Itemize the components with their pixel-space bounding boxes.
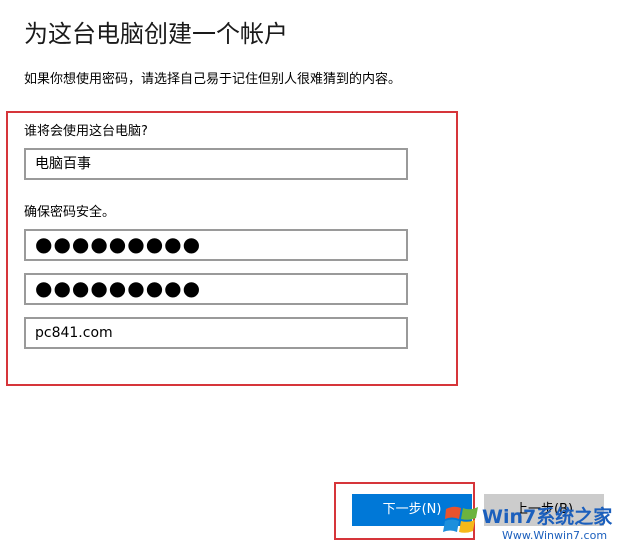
page-title: 为这台电脑创建一个帐户: [24, 20, 288, 48]
password-field[interactable]: ●●●●●●●●●: [24, 229, 408, 261]
user-label: 谁将会使用这台电脑?: [24, 124, 148, 139]
page-description: 如果你想使用密码，请选择自己易于记住但别人很难猜到的内容。: [24, 72, 402, 87]
password-label: 确保密码安全。: [24, 205, 116, 220]
password-hint-field[interactable]: pc841.com: [24, 317, 408, 349]
username-field[interactable]: 电脑百事: [24, 148, 408, 180]
password-confirm-field[interactable]: ●●●●●●●●●: [24, 273, 408, 305]
create-account-page: 为这台电脑创建一个帐户 如果你想使用密码，请选择自己易于记住但别人很难猜到的内容…: [0, 0, 621, 552]
back-button[interactable]: 上一步(B): [484, 494, 604, 526]
watermark-url: Www.Winwin7.com: [502, 529, 608, 542]
next-button[interactable]: 下一步(N): [352, 494, 472, 526]
